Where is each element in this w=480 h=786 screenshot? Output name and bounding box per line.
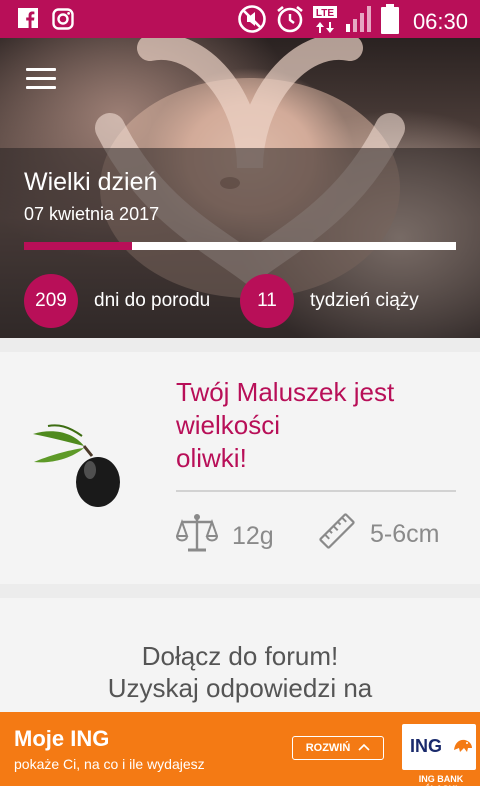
instagram-icon [52, 8, 74, 35]
weight-metric: 12g [175, 512, 274, 561]
battery-icon [380, 4, 399, 39]
svg-text:LTE: LTE [316, 8, 334, 19]
hero-banner: Wielki dzień 07 kwietnia 2017 209 dni do… [0, 38, 480, 338]
baby-size-line1: Twój Maluszek jest [176, 377, 395, 407]
clock: 06:30 [412, 8, 468, 34]
baby-size-line2: wielkości [176, 410, 281, 440]
forum-invite: Dołącz do forum! Uzyskaj odpowiedzi na [0, 640, 480, 704]
weight-value: 12g [232, 522, 274, 550]
due-date: 07 kwietnia 2017 [24, 204, 160, 224]
pregnancy-week: 11 tydzień ciąży [240, 274, 419, 328]
lion-icon [452, 736, 474, 759]
divider [176, 490, 456, 492]
status-bar: LTE 06:30 [0, 0, 480, 38]
alarm-icon [275, 4, 305, 39]
ad-subtitle: pokaże Ci, na co i ile wydajesz [14, 756, 205, 772]
progress-fill [24, 242, 132, 250]
pregnancy-progress-bar [24, 242, 456, 250]
baby-size-heading: Twój Maluszek jest wielkości oliwki! [176, 376, 466, 475]
ad-expand-label: ROZWIŃ [305, 742, 351, 754]
length-metric: 5-6cm [318, 512, 439, 557]
ing-logo: ING [402, 724, 476, 770]
signal-icon [345, 4, 373, 39]
facebook-icon [18, 8, 38, 35]
olive-icon [28, 422, 128, 517]
ad-title: Moje ING [14, 726, 110, 751]
ad-expand-button[interactable]: ROZWIŃ [292, 736, 384, 760]
ing-logo-text: ING [410, 736, 443, 756]
hamburger-menu-icon[interactable] [26, 68, 56, 92]
week-label: tydzień ciąży [310, 290, 419, 311]
ad-banner[interactable]: Moje ING pokaże Ci, na co i ile wydajesz… [0, 712, 480, 786]
lte-icon: LTE [312, 4, 337, 39]
forum-line1: Dołącz do forum! [141, 641, 339, 671]
length-value: 5-6cm [370, 520, 440, 548]
due-date-title: Wielki dzień [24, 168, 158, 196]
ad-bank-name: ING BANK ŚLĄSKI [418, 774, 464, 786]
mute-icon [237, 4, 267, 39]
ruler-icon [318, 512, 356, 557]
baby-size-line3: oliwki! [176, 443, 247, 473]
days-to-birth: 209 dni do porodu [24, 274, 210, 328]
chevron-up-icon [358, 742, 370, 754]
days-count-badge: 209 [24, 274, 78, 328]
scale-icon [175, 512, 219, 561]
baby-size-card[interactable]: Twój Maluszek jest wielkości oliwki! 12g… [0, 352, 480, 584]
forum-line2: Uzyskaj odpowiedzi na [107, 673, 373, 703]
week-count-badge: 11 [240, 274, 294, 328]
days-label: dni do porodu [94, 290, 211, 311]
